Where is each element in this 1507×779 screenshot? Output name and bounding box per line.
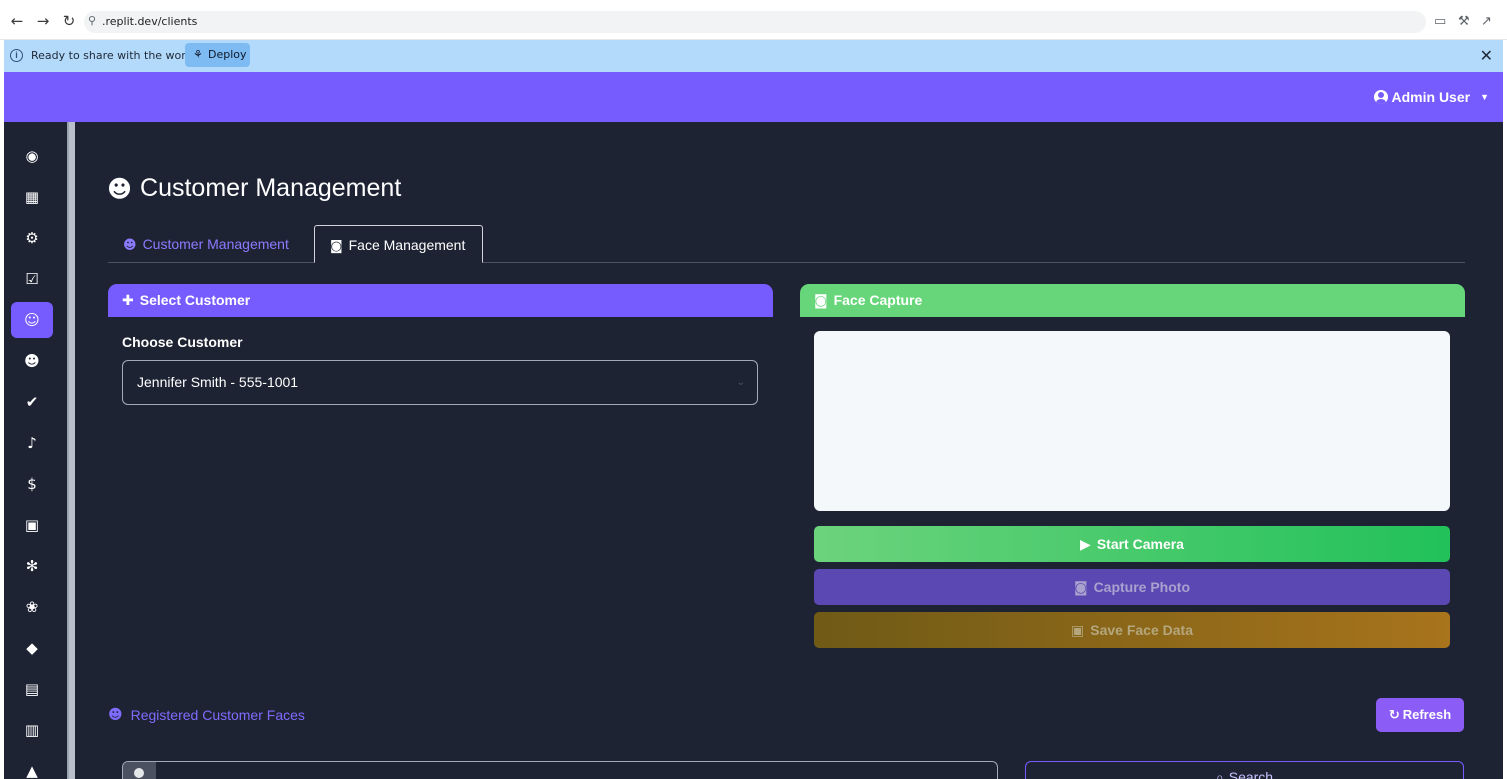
sidebar-divider xyxy=(67,122,75,779)
reload-icon[interactable]: ↻ xyxy=(61,13,77,29)
face-capture-header: ◙ Face Capture xyxy=(800,284,1465,317)
save-icon: ▣ xyxy=(1071,623,1085,639)
camera-preview xyxy=(814,331,1450,511)
receipt-icon[interactable]: ▥ xyxy=(11,712,53,748)
choose-customer-label: Choose Customer xyxy=(122,334,243,350)
users-cog-icon: ☻ xyxy=(123,238,137,253)
warning-icon[interactable]: ▲ xyxy=(11,753,53,779)
user-name: Admin User xyxy=(1391,89,1471,105)
customer-select[interactable]: Jennifer Smith - 555-1001 ⌄ xyxy=(122,360,758,405)
search-icon: ⌕ xyxy=(1215,770,1224,779)
search-addon xyxy=(123,762,156,779)
open-external-icon[interactable]: ↗ xyxy=(1481,14,1492,29)
users-cog-icon[interactable]: ⚙ xyxy=(11,220,53,256)
refresh-button[interactable]: ↻ Refresh xyxy=(1376,698,1464,732)
users-group-icon[interactable]: ☻ xyxy=(11,343,53,379)
user-check-icon[interactable]: ✔ xyxy=(11,384,53,420)
dashboard-icon[interactable]: ◉ xyxy=(11,138,53,174)
browser-toolbar: ← → ↻ ⚲ .replit.dev/clients ▭ ⚒ ↗ xyxy=(0,0,1507,40)
cogs-icon[interactable]: ✻ xyxy=(11,548,53,584)
bell-icon[interactable]: ♪ xyxy=(11,425,53,461)
spa-icon[interactable]: ❀ xyxy=(11,589,53,625)
top-navbar: Admin User ▼ xyxy=(4,72,1503,122)
close-icon[interactable]: ✕ xyxy=(1480,46,1493,65)
info-icon: i xyxy=(10,49,23,62)
camera-icon: ◙ xyxy=(814,293,828,309)
users-icon: ☻ xyxy=(107,174,133,203)
customer-select-value: Jennifer Smith - 555-1001 xyxy=(137,374,299,390)
select-customer-title: Select Customer xyxy=(139,292,251,308)
save-face-label: Save Face Data xyxy=(1090,622,1193,638)
refresh-icon: ↻ xyxy=(1388,708,1400,723)
user-menu[interactable]: Admin User ▼ xyxy=(1373,89,1489,105)
sidebar: ◉ ▦ ⚙ ☑ ☺ ☻ ✔ ♪ $ ▣ ✻ ❀ ◆ ▤ ▥ ▲ xyxy=(4,122,67,779)
link-icon: ⚲ xyxy=(88,14,97,27)
caret-down-icon: ▼ xyxy=(1480,92,1489,102)
calendar-icon[interactable]: ▦ xyxy=(11,179,53,215)
boxes-icon[interactable]: ▣ xyxy=(11,507,53,543)
deploy-button[interactable]: ⚘ Deploy xyxy=(185,43,250,67)
address-bar[interactable]: ⚲ .replit.dev/clients xyxy=(84,11,1426,33)
registered-faces-title: ☻ Registered Customer Faces xyxy=(108,707,305,723)
search-addon-icon xyxy=(134,768,144,778)
deploy-banner: i Ready to share with the world? ⚘ Deplo… xyxy=(4,40,1503,72)
refresh-label: Refresh xyxy=(1402,707,1452,722)
deploy-label: Deploy xyxy=(208,48,247,61)
tab-bar: ☻ Customer Management ◙ Face Management xyxy=(108,225,1465,263)
devices-icon[interactable]: ▭ xyxy=(1434,14,1446,29)
start-camera-label: Start Camera xyxy=(1096,536,1184,552)
wrench-icon[interactable]: ⚒ xyxy=(1458,14,1470,29)
capture-photo-button[interactable]: ◙ Capture Photo xyxy=(814,569,1450,605)
search-input[interactable] xyxy=(122,761,998,779)
tab-label: Customer Management xyxy=(142,236,289,252)
save-face-data-button[interactable]: ▣ Save Face Data xyxy=(814,612,1450,648)
tab-face-management[interactable]: ◙ Face Management xyxy=(314,225,483,263)
page-title: ☻ Customer Management xyxy=(107,174,401,203)
deploy-icon: ⚘ xyxy=(193,48,203,61)
start-camera-button[interactable]: ▶ Start Camera xyxy=(814,526,1450,562)
capture-photo-label: Capture Photo xyxy=(1093,579,1191,595)
back-arrow-icon[interactable]: ← xyxy=(9,13,25,29)
chart-icon[interactable]: ▤ xyxy=(11,671,53,707)
page-title-text: Customer Management xyxy=(140,174,402,202)
face-capture-title: Face Capture xyxy=(833,292,923,308)
tab-customer-management[interactable]: ☻ Customer Management xyxy=(108,225,304,263)
main-content: ☻ Customer Management ☻ Customer Manageme… xyxy=(75,122,1503,779)
chevron-down-icon: ⌄ xyxy=(736,377,745,388)
camera-icon: ◙ xyxy=(1073,580,1088,596)
search-label: Search xyxy=(1228,769,1274,779)
select-customer-header: ✚ Select Customer xyxy=(108,284,773,317)
forward-arrow-icon[interactable]: → xyxy=(35,13,51,29)
tab-label: Face Management xyxy=(348,237,466,253)
registered-faces-text: Registered Customer Faces xyxy=(130,707,305,723)
users-icon[interactable]: ☺ xyxy=(11,302,53,338)
calendar-check-icon[interactable]: ☑ xyxy=(11,261,53,297)
video-icon: ▶ xyxy=(1080,537,1091,553)
user-circle-icon xyxy=(1373,90,1388,104)
url-text: .replit.dev/clients xyxy=(102,15,198,28)
user-plus-icon: ✚ xyxy=(122,293,134,309)
search-button[interactable]: ⌕ Search xyxy=(1025,761,1464,779)
users-icon: ☻ xyxy=(108,707,123,723)
app-container: Admin User ▼ ◉ ▦ ⚙ ☑ ☺ ☻ ✔ ♪ $ ▣ ✻ ❀ ◆ ▤ ▥ ▲ ☻ Customer… xyxy=(4,72,1503,779)
tags-icon[interactable]: ◆ xyxy=(11,630,53,666)
camera-icon: ◙ xyxy=(330,239,343,254)
invoice-icon[interactable]: $ xyxy=(11,466,53,502)
banner-text: Ready to share with the world? xyxy=(31,49,202,62)
